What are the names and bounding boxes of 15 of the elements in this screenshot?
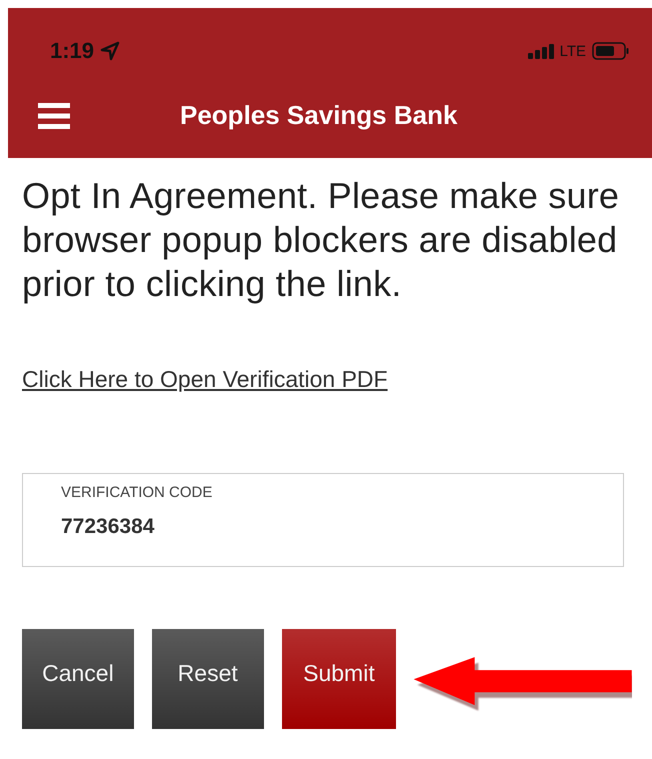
instruction-text: Opt In Agreement. Please make sure browser popup blockers are disabled prior to clicking the link. <box>22 174 620 306</box>
field-label: VERIFICATION CODE <box>61 484 214 501</box>
status-time: 1:19 <box>50 38 94 64</box>
menu-icon[interactable] <box>38 102 70 128</box>
signal-icon <box>528 43 554 59</box>
form-button[interactable]: Reset <box>152 629 264 729</box>
verification-code-value: 77236384 <box>61 515 156 539</box>
verification-code-field[interactable]: VERIFICATION CODE 77236384 <box>22 473 624 567</box>
verification-pdf-link[interactable]: Click Here to Open Verification PDF <box>22 366 388 393</box>
app-title: Peoples Savings Bank <box>180 100 458 131</box>
battery-icon <box>592 42 630 60</box>
submit-button[interactable]: Submit <box>282 629 396 729</box>
location-arrow-icon <box>100 41 120 61</box>
form-button[interactable]: Cancel <box>22 629 134 729</box>
network-label: LTE <box>560 42 586 60</box>
